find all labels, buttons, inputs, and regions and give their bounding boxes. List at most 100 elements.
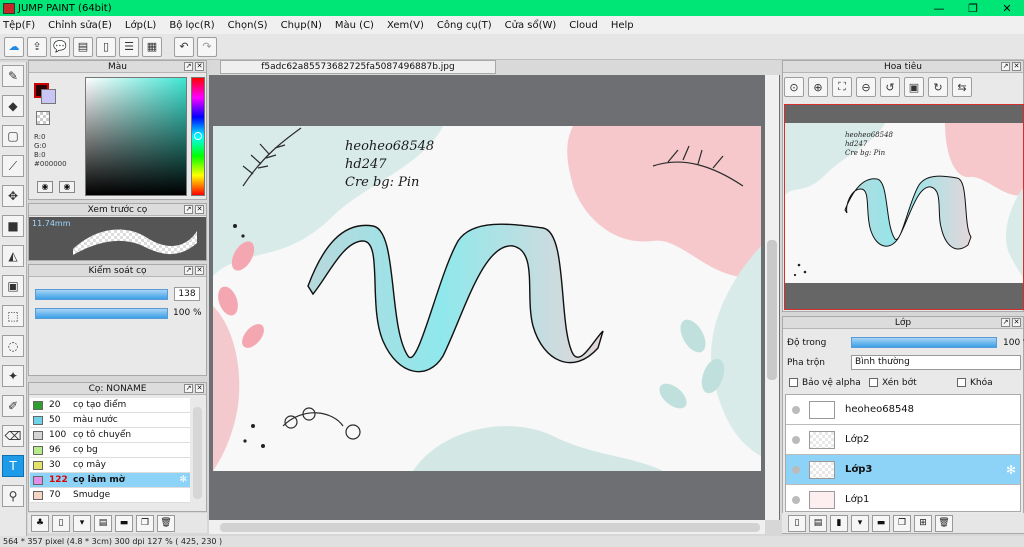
restore-button[interactable]: ❐ <box>956 2 990 15</box>
menu-file[interactable]: Tệp(F) <box>3 20 35 31</box>
color-palette-icon[interactable]: ◉ <box>37 181 53 193</box>
brush-item-selected[interactable]: 122 cọ làm mờ ✻ <box>30 473 190 488</box>
menu-capture[interactable]: Chụp(N) <box>281 20 322 31</box>
checkbox-box[interactable] <box>957 378 966 387</box>
protect-alpha-checkbox[interactable]: Bảo vệ alpha <box>789 378 861 388</box>
brush-tree-icon[interactable]: ♣ <box>31 514 49 532</box>
brush-opacity-slider[interactable] <box>35 308 168 319</box>
menu-help[interactable]: Help <box>611 20 634 31</box>
menu-edit[interactable]: Chỉnh sửa(E) <box>48 20 112 31</box>
menu-cloud[interactable]: Cloud <box>569 20 598 31</box>
panel-float-icon[interactable]: ↗ <box>184 384 193 393</box>
export-icon[interactable]: ⇪ <box>27 36 47 57</box>
new-layer-icon[interactable]: ▯ <box>788 514 806 532</box>
move-tool-icon[interactable]: ✥ <box>2 185 24 207</box>
rect-select-tool-icon[interactable]: ▢ <box>2 125 24 147</box>
brush-list-scrollbar[interactable] <box>193 407 202 499</box>
brush-doc-icon[interactable]: ▤ <box>94 514 112 532</box>
panel-float-icon[interactable]: ↗ <box>1001 62 1010 71</box>
select-pen-tool-icon[interactable]: ✐ <box>2 395 24 417</box>
brush-item[interactable]: 30 cọ mây <box>30 458 190 473</box>
layer-settings-icon[interactable]: ✻ <box>1006 463 1016 477</box>
menu-window[interactable]: Cửa sổ(W) <box>505 20 557 31</box>
brush-item[interactable]: 20 cọ tạo điểm <box>30 398 190 413</box>
rotate-left-icon[interactable]: ↺ <box>880 77 900 97</box>
delete-brush-icon[interactable]: 🗑 <box>157 514 175 532</box>
magic-wand-tool-icon[interactable]: ✦ <box>2 365 24 387</box>
brush-settings-icon[interactable]: ✻ <box>179 475 187 485</box>
merge-layer-icon[interactable]: ⊞ <box>914 514 932 532</box>
checkbox-box[interactable] <box>789 378 798 387</box>
panel-close-icon[interactable]: ✕ <box>195 384 204 393</box>
close-button[interactable]: ✕ <box>990 2 1024 15</box>
gradient-tool-icon[interactable]: ▣ <box>2 275 24 297</box>
visibility-icon[interactable] <box>792 405 800 414</box>
panel-close-icon[interactable]: ✕ <box>1012 318 1021 327</box>
menu-filter[interactable]: Bộ lọc(R) <box>169 20 214 31</box>
new-layer-type-icon[interactable]: ▮ <box>830 514 848 532</box>
panel-close-icon[interactable]: ✕ <box>1012 62 1021 71</box>
clipping-checkbox[interactable]: Xén bớt <box>869 378 917 388</box>
color-picker-icon[interactable]: ◉ <box>59 181 75 193</box>
menu-layer[interactable]: Lớp(L) <box>125 20 156 31</box>
brush-folder-icon[interactable]: ▬ <box>115 514 133 532</box>
select-eraser-tool-icon[interactable]: ⌫ <box>2 425 24 447</box>
new-brush-icon[interactable]: ▯ <box>52 514 70 532</box>
rotate-reset-icon[interactable]: ▣ <box>904 77 924 97</box>
layer-item[interactable]: heoheo68548 <box>786 395 1020 425</box>
list-icon[interactable]: ☰ <box>119 36 139 57</box>
document-canvas[interactable]: heoheo68548 hd247 Cre bg: Pin <box>213 126 761 471</box>
document-icon[interactable]: ▯ <box>96 36 116 57</box>
hue-marker[interactable] <box>194 132 202 140</box>
redo-button[interactable]: ↷ <box>197 36 217 57</box>
blend-mode-select[interactable]: Bình thường <box>851 355 1021 370</box>
visibility-icon[interactable] <box>792 435 800 444</box>
rotate-right-icon[interactable]: ↻ <box>928 77 948 97</box>
fill-rect-tool-icon[interactable]: ■ <box>2 215 24 237</box>
menu-color[interactable]: Màu (C) <box>335 20 374 31</box>
eraser-tool-icon[interactable]: ◆ <box>2 95 24 117</box>
duplicate-layer-icon[interactable]: ❐ <box>893 514 911 532</box>
cloud-icon[interactable]: ☁ <box>4 36 24 57</box>
layer-add-menu-icon[interactable]: ▾ <box>851 514 869 532</box>
speech-bubble-icon[interactable]: 💬 <box>50 36 70 57</box>
menu-tools[interactable]: Công cụ(T) <box>437 20 492 31</box>
saturation-value-picker[interactable] <box>85 77 187 196</box>
canvas-vertical-scroll-thumb[interactable] <box>767 240 777 380</box>
flip-icon[interactable]: ⇆ <box>952 77 972 97</box>
layer-item[interactable]: Lớp2 <box>786 425 1020 455</box>
zoom-in-icon[interactable]: ⊕ <box>808 77 828 97</box>
zoom-out-icon[interactable]: ⊖ <box>856 77 876 97</box>
panel-float-icon[interactable]: ↗ <box>184 62 193 71</box>
background-color-swatch[interactable] <box>41 89 56 104</box>
brush-item[interactable]: 70 Smudge <box>30 488 190 503</box>
layer-folder-icon[interactable]: ▬ <box>872 514 890 532</box>
document-tab[interactable]: f5adc62a85573682725fa5087496887b.jpg <box>220 60 496 74</box>
panel-close-icon[interactable]: ✕ <box>195 266 204 275</box>
undo-button[interactable]: ↶ <box>174 36 194 57</box>
fit-window-icon[interactable]: ⛶ <box>832 77 852 97</box>
delete-layer-icon[interactable]: 🗑 <box>935 514 953 532</box>
visibility-icon[interactable] <box>792 465 800 474</box>
lock-checkbox[interactable]: Khóa <box>957 378 993 388</box>
canvas-horizontal-scroll-thumb[interactable] <box>220 523 760 532</box>
eyedropper-tool-icon[interactable]: ⚲ <box>2 485 24 507</box>
layer-item[interactable]: Lớp1 <box>786 485 1020 511</box>
duplicate-brush-icon[interactable]: ❐ <box>136 514 154 532</box>
panel-float-icon[interactable]: ↗ <box>184 205 193 214</box>
brush-size-slider[interactable] <box>35 289 168 300</box>
menu-select[interactable]: Chọn(S) <box>228 20 268 31</box>
menu-view[interactable]: Xem(V) <box>387 20 424 31</box>
transparent-color-swatch[interactable] <box>36 111 50 125</box>
brush-item[interactable]: 50 màu nước <box>30 413 190 428</box>
marquee-tool-icon[interactable]: ⬚ <box>2 305 24 327</box>
new-layer-doc-icon[interactable]: ▤ <box>809 514 827 532</box>
comment-icon[interactable]: ▤ <box>73 36 93 57</box>
grid-check-icon[interactable]: ▦ <box>142 36 162 57</box>
layer-item-selected[interactable]: Lớp3 ✻ <box>786 455 1020 485</box>
bucket-tool-icon[interactable]: ◭ <box>2 245 24 267</box>
panel-float-icon[interactable]: ↗ <box>1001 318 1010 327</box>
panel-close-icon[interactable]: ✕ <box>195 62 204 71</box>
minimize-button[interactable]: — <box>922 2 956 15</box>
brush-size-value[interactable]: 138 <box>174 287 200 301</box>
